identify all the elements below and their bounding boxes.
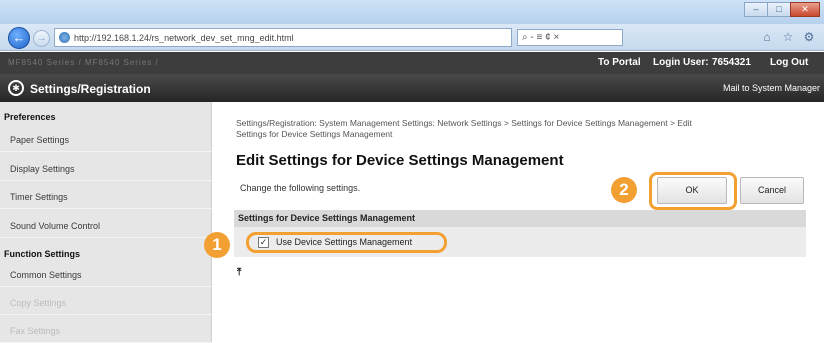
sidebar-item-paper-settings[interactable]: Paper Settings — [0, 129, 212, 152]
browser-title-bar: – □ ✕ — [0, 0, 824, 24]
login-user-label: Login User: — [653, 57, 709, 68]
home-icon[interactable]: ⌂ — [760, 30, 774, 44]
log-out-link[interactable]: Log Out — [770, 57, 808, 68]
close-icon[interactable]: ✕ — [790, 2, 820, 17]
sidebar-item-common-settings[interactable]: Common Settings — [0, 264, 212, 287]
step-1-callout: 1 — [204, 232, 230, 258]
step-2-callout: 2 — [611, 177, 637, 203]
instruction-text: Change the following settings. — [240, 183, 361, 193]
sidebar-heading-function-settings: Function Settings — [4, 249, 80, 259]
remote-ui-top-bar: MF8540 Series / MF8540 Series / To Porta… — [0, 52, 824, 74]
sidebar: Preferences Paper Settings Display Setti… — [0, 102, 212, 343]
page-title: Edit Settings for Device Settings Manage… — [236, 152, 564, 169]
settings-gear-icon[interactable]: ⚙ — [802, 30, 816, 44]
window-controls: – □ ✕ — [744, 2, 820, 17]
minimize-icon[interactable]: – — [744, 2, 768, 17]
breadcrumb: Settings/Registration: System Management… — [236, 118, 796, 140]
url-text[interactable]: http://192.168.1.24/rs_network_dev_set_m… — [74, 33, 294, 43]
sidebar-item-fax-settings[interactable]: Fax Settings — [0, 320, 212, 343]
use-device-settings-management-checkbox[interactable]: ✓ — [258, 237, 269, 248]
cancel-button[interactable]: Cancel — [740, 177, 804, 204]
browser-toolbar: ⌂ ☆ ⚙ — [760, 30, 816, 44]
settings-group-header: Settings for Device Settings Management — [234, 210, 806, 227]
page-icon — [59, 32, 70, 43]
address-bar-tools[interactable]: ⌕ - ≡ ¢ × — [517, 29, 623, 46]
to-portal-link[interactable]: To Portal — [598, 57, 641, 68]
back-arrow-icon[interactable]: ← — [8, 27, 30, 49]
use-device-settings-management-label[interactable]: Use Device Settings Management — [276, 237, 412, 247]
section-header: ✱ Settings/Registration Mail to System M… — [0, 74, 824, 102]
address-bar[interactable]: http://192.168.1.24/rs_network_dev_set_m… — [54, 28, 512, 47]
forward-arrow-icon[interactable]: → — [33, 30, 50, 47]
settings-gear-icon: ✱ — [8, 80, 24, 96]
mail-to-system-manager-link[interactable]: Mail to System Manager — [723, 83, 820, 93]
maximize-icon[interactable]: □ — [767, 2, 791, 17]
favorites-star-icon[interactable]: ☆ — [781, 30, 795, 44]
sidebar-item-sound-volume-control[interactable]: Sound Volume Control — [0, 215, 212, 238]
breadcrumb-line: Settings for Device Settings Management — [236, 129, 393, 139]
sidebar-item-display-settings[interactable]: Display Settings — [0, 158, 212, 181]
section-title: Settings/Registration — [30, 82, 151, 96]
address-row: ← → http://192.168.1.24/rs_network_dev_s… — [0, 24, 824, 51]
sidebar-item-timer-settings[interactable]: Timer Settings — [0, 186, 212, 209]
device-name: MF8540 Series / MF8540 Series / — [8, 58, 159, 67]
sidebar-heading-preferences: Preferences — [4, 112, 56, 122]
sidebar-item-copy-settings[interactable]: Copy Settings — [0, 292, 212, 315]
back-to-top-icon[interactable]: ⤒ — [237, 267, 241, 278]
breadcrumb-line: Settings/Registration: System Management… — [236, 118, 692, 128]
login-user-id: 7654321 — [712, 57, 751, 68]
ok-button[interactable]: OK — [657, 177, 727, 204]
